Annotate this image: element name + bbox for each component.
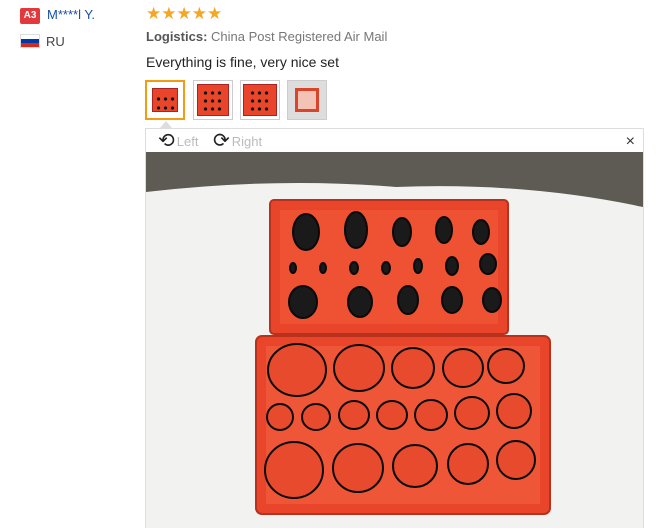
logistics-value: China Post Registered Air Mail [211,29,388,44]
o-ring [496,393,532,429]
review-text: Everything is fine, very nice set [146,54,339,70]
o-ring [332,443,384,493]
o-ring [487,348,525,384]
o-ring [344,211,368,249]
o-ring [267,343,327,397]
o-ring [338,400,370,430]
o-ring [391,347,435,389]
o-ring [349,261,359,275]
o-ring [496,440,536,480]
o-ring [292,213,320,251]
rotate-left-button[interactable]: ⟲ Left [158,130,199,152]
o-ring [301,403,331,431]
reviewer-name[interactable]: M****l Y. [47,7,95,22]
o-ring [392,217,412,247]
o-ring [381,261,391,275]
review-photo-thumbnail-2[interactable] [193,80,233,120]
o-ring [333,344,385,392]
o-ring [347,286,373,318]
reviewer-country: RU [46,34,65,49]
o-ring [288,285,318,319]
o-ring [435,216,453,244]
review-photo [146,152,643,528]
o-ring [472,219,490,245]
o-ring [442,348,484,388]
o-ring [413,258,423,274]
o-ring [482,287,502,313]
reviewer-level-badge: A3 [20,8,40,24]
rotate-left-icon: ⟲ [158,130,175,152]
rating-stars: ★★★★★ [146,4,223,23]
o-ring [289,262,297,274]
review-photo-thumbnail-3[interactable] [240,80,280,120]
review-photo-thumbnail-1[interactable] [145,80,185,120]
review-photo-thumbnail-4[interactable] [287,80,327,120]
logistics-label: Logistics: [146,29,208,44]
close-icon[interactable]: × [626,133,635,151]
o-ring [392,444,438,488]
o-ring-case-illustration [146,183,643,528]
logistics-info: Logistics: China Post Registered Air Mai… [146,29,387,44]
rotate-right-icon: ⟳ [213,130,230,152]
o-ring [441,286,463,314]
o-ring [447,443,489,485]
rotate-right-label: Right [231,133,263,149]
o-ring [397,285,419,315]
rotate-right-button[interactable]: ⟳ Right [213,130,263,152]
o-ring [479,253,497,275]
active-thumbnail-caret [160,121,172,128]
o-ring [376,400,408,430]
o-ring [414,399,448,431]
o-ring [264,441,324,499]
o-ring [454,396,490,430]
rotate-left-label: Left [176,133,199,149]
photo-viewer: ⟲ Left ⟳ Right × [145,128,644,528]
country-flag-icon [20,34,40,48]
o-ring [445,256,459,276]
o-ring [266,403,294,431]
o-ring [319,262,327,274]
